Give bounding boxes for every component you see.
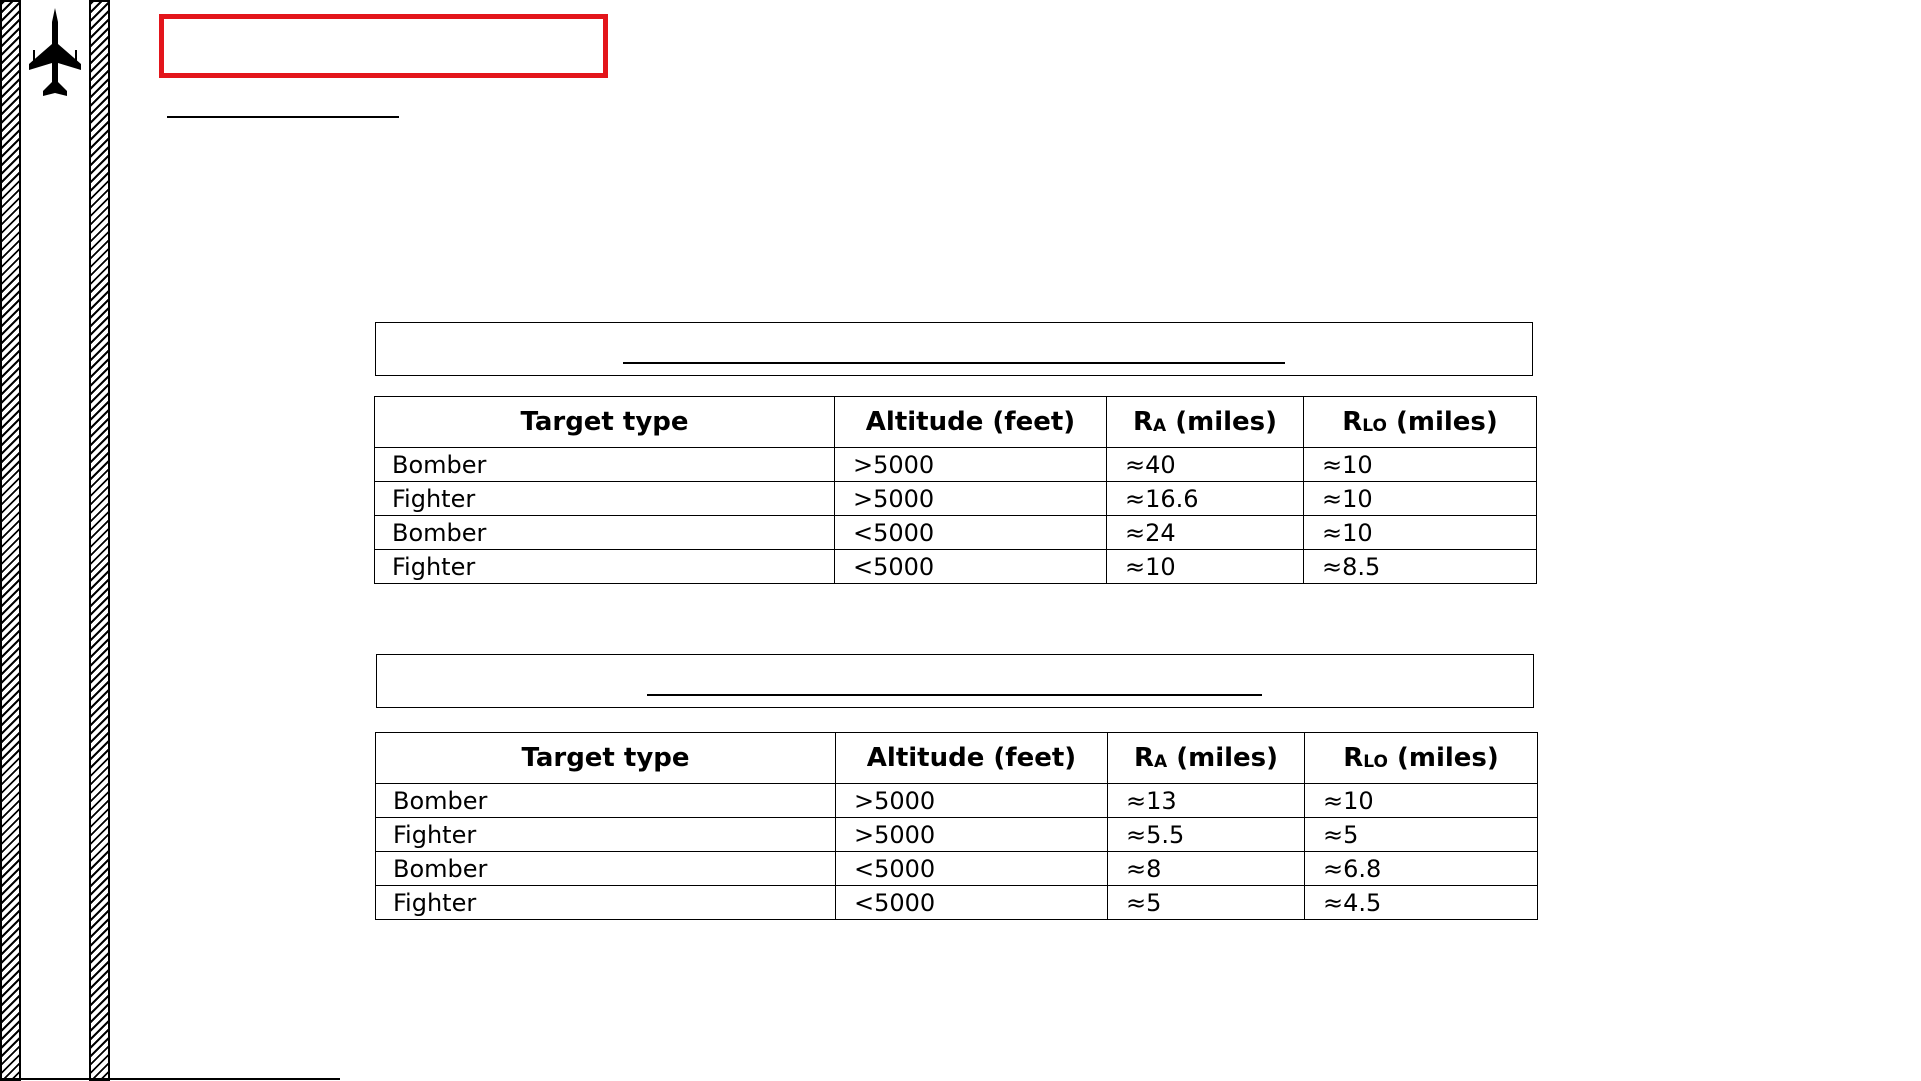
- cell-altitude: >5000: [834, 481, 1107, 516]
- header-target-type: Target type: [375, 732, 836, 784]
- cell-ra: ≈13: [1107, 783, 1305, 818]
- table-row: Fighter >5000 ≈5.5 ≈5: [375, 817, 1538, 852]
- cell-ra: ≈40: [1106, 447, 1304, 482]
- cell-ra: ≈24: [1106, 515, 1304, 550]
- table-caption-underline-1: [623, 362, 1285, 364]
- cell-rlo: ≈10: [1303, 447, 1537, 482]
- footer-rule: [0, 1078, 340, 1080]
- cell-altitude: <5000: [835, 851, 1108, 886]
- cell-altitude: <5000: [835, 885, 1108, 920]
- title-placeholder-box: [159, 14, 608, 78]
- range-table-1: Target type Altitude (feet) RA (miles) R…: [374, 396, 1537, 584]
- subtitle-underline: [167, 116, 399, 118]
- table-row: Bomber >5000 ≈13 ≈10: [375, 783, 1538, 818]
- table-row: Fighter >5000 ≈16.6 ≈10: [374, 481, 1537, 516]
- cell-target: Fighter: [375, 817, 836, 852]
- cell-target: Fighter: [374, 481, 835, 516]
- table-header-row: Target type Altitude (feet) RA (miles) R…: [374, 396, 1537, 448]
- table-row: Bomber <5000 ≈8 ≈6.8: [375, 851, 1538, 886]
- table-row: Fighter <5000 ≈10 ≈8.5: [374, 549, 1537, 584]
- header-rlo: RLO (miles): [1304, 732, 1538, 784]
- cell-altitude: >5000: [835, 817, 1108, 852]
- header-ra: RA (miles): [1106, 396, 1304, 448]
- cell-rlo: ≈4.5: [1304, 885, 1538, 920]
- table-caption-box-1: [375, 322, 1533, 376]
- cell-target: Bomber: [375, 851, 836, 886]
- cell-rlo: ≈6.8: [1304, 851, 1538, 886]
- header-altitude: Altitude (feet): [834, 396, 1107, 448]
- cell-target: Bomber: [374, 447, 835, 482]
- header-rlo: RLO (miles): [1303, 396, 1537, 448]
- table-row: Bomber <5000 ≈24 ≈10: [374, 515, 1537, 550]
- cell-altitude: <5000: [834, 515, 1107, 550]
- header-altitude: Altitude (feet): [835, 732, 1108, 784]
- cell-altitude: >5000: [834, 447, 1107, 482]
- cell-target: Fighter: [375, 885, 836, 920]
- cell-ra: ≈8: [1107, 851, 1305, 886]
- sidebar-stripe-right: [89, 0, 110, 1081]
- cell-rlo: ≈10: [1303, 515, 1537, 550]
- table-row: Fighter <5000 ≈5 ≈4.5: [375, 885, 1538, 920]
- cell-target: Bomber: [374, 515, 835, 550]
- cell-altitude: >5000: [835, 783, 1108, 818]
- fighter-jet-icon: [29, 8, 81, 96]
- cell-ra: ≈5: [1107, 885, 1305, 920]
- cell-ra: ≈10: [1106, 549, 1304, 584]
- header-target-type: Target type: [374, 396, 835, 448]
- cell-ra: ≈16.6: [1106, 481, 1304, 516]
- cell-altitude: <5000: [834, 549, 1107, 584]
- cell-target: Fighter: [374, 549, 835, 584]
- table-caption-underline-2: [647, 694, 1262, 696]
- cell-ra: ≈5.5: [1107, 817, 1305, 852]
- cell-rlo: ≈10: [1303, 481, 1537, 516]
- table-header-row: Target type Altitude (feet) RA (miles) R…: [375, 732, 1538, 784]
- table-caption-box-2: [376, 654, 1534, 708]
- sidebar-stripe-left: [0, 0, 21, 1081]
- header-ra: RA (miles): [1107, 732, 1305, 784]
- cell-rlo: ≈10: [1304, 783, 1538, 818]
- range-table-2: Target type Altitude (feet) RA (miles) R…: [375, 732, 1538, 920]
- cell-target: Bomber: [375, 783, 836, 818]
- cell-rlo: ≈8.5: [1303, 549, 1537, 584]
- cell-rlo: ≈5: [1304, 817, 1538, 852]
- table-row: Bomber >5000 ≈40 ≈10: [374, 447, 1537, 482]
